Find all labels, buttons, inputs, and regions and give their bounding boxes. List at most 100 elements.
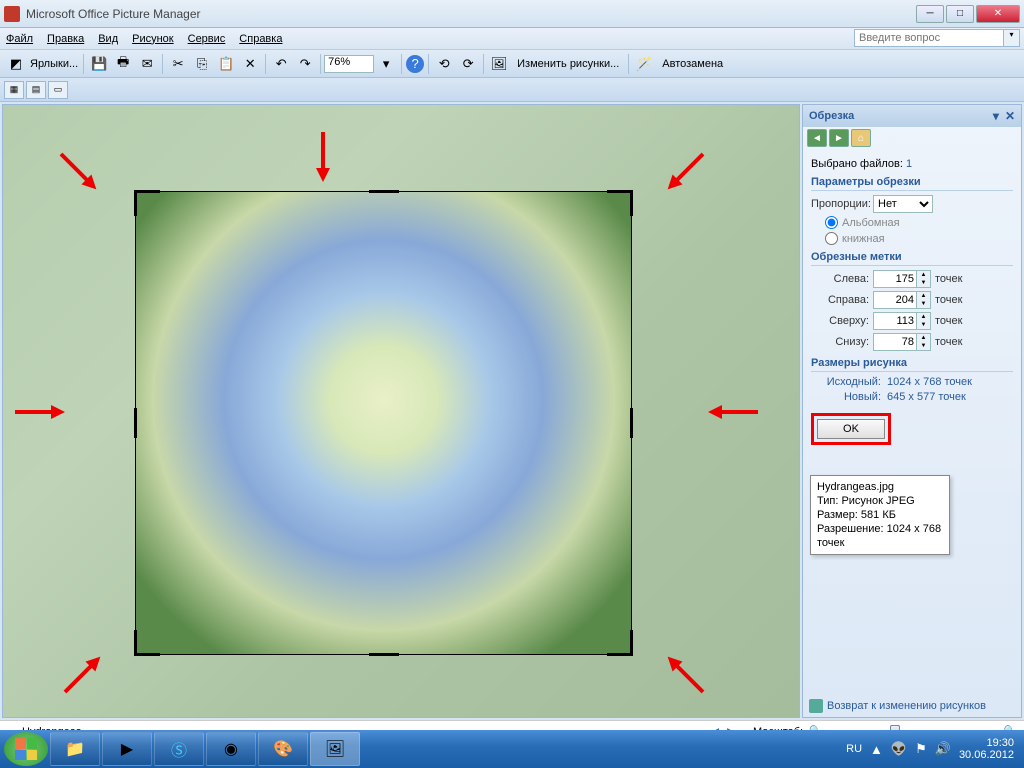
- maximize-button[interactable]: □: [946, 5, 974, 23]
- bottom-spinner[interactable]: ▲▼: [917, 333, 931, 351]
- mail-icon[interactable]: ✉: [136, 53, 158, 75]
- task-picmgr-icon[interactable]: 🖼: [310, 732, 360, 766]
- edit-pictures-button[interactable]: Изменить рисунки...: [513, 58, 623, 70]
- tray-clock[interactable]: 19:30 30.06.2012: [959, 737, 1014, 761]
- rotate-left-icon[interactable]: ⟲: [433, 53, 455, 75]
- tooltip-filename: Hydrangeas.jpg: [817, 480, 943, 494]
- ok-highlight: OK: [811, 413, 891, 445]
- crop-handle-tr[interactable]: [607, 190, 633, 216]
- save-icon[interactable]: 💾: [88, 53, 110, 75]
- task-chrome-icon[interactable]: ◉: [206, 732, 256, 766]
- crop-handle-t[interactable]: [369, 190, 399, 216]
- menu-view[interactable]: Вид: [98, 33, 118, 45]
- task-player-icon[interactable]: ▶: [102, 732, 152, 766]
- tray-up-icon[interactable]: ▲: [870, 742, 883, 757]
- top-spinner[interactable]: ▲▼: [917, 312, 931, 330]
- help-dropdown[interactable]: ▾: [1004, 29, 1020, 47]
- task-explorer-icon[interactable]: 📁: [50, 732, 100, 766]
- portrait-label: книжная: [842, 233, 885, 245]
- help-icon[interactable]: ?: [406, 55, 424, 73]
- autocorrect-icon[interactable]: 🪄: [633, 53, 655, 75]
- panel-menu-icon[interactable]: ▾: [993, 109, 999, 123]
- view-row: ▦ ▤ ▭: [0, 78, 1024, 102]
- menu-tools[interactable]: Сервис: [188, 33, 226, 45]
- tooltip-type: Тип: Рисунок JPEG: [817, 494, 943, 508]
- panel-close-icon[interactable]: ✕: [1005, 109, 1015, 123]
- crop-handle-l[interactable]: [134, 408, 160, 438]
- right-input[interactable]: [873, 291, 917, 309]
- section-crop-marks: Обрезные метки: [811, 251, 1013, 266]
- right-label: Справа:: [811, 294, 869, 306]
- autocorrect-button[interactable]: Автозамена: [658, 58, 727, 70]
- crop-handle-b[interactable]: [369, 630, 399, 656]
- window-title: Microsoft Office Picture Manager: [26, 7, 916, 21]
- delete-icon[interactable]: ✕: [239, 53, 261, 75]
- orig-dim-value: 1024 x 768 точек: [887, 376, 972, 388]
- crop-panel: Обрезка ▾ ✕ ◄ ► ⌂ Выбрано файлов: 1 Пара…: [802, 104, 1022, 718]
- system-tray: RU ▲ 👽 ⚑ 🔊 19:30 30.06.2012: [846, 737, 1020, 761]
- tray-lang[interactable]: RU: [846, 743, 862, 755]
- return-icon: [809, 699, 823, 713]
- menu-file[interactable]: Файл: [6, 33, 33, 45]
- files-selected-count: 1: [906, 158, 912, 170]
- left-input[interactable]: [873, 270, 917, 288]
- top-input[interactable]: [873, 312, 917, 330]
- print-icon[interactable]: 🖶: [112, 53, 134, 75]
- portrait-radio[interactable]: [825, 232, 838, 245]
- menu-picture[interactable]: Рисунок: [132, 33, 174, 45]
- tray-flag-icon[interactable]: ⚑: [915, 741, 927, 757]
- close-button[interactable]: ✕: [976, 5, 1020, 23]
- bottom-input[interactable]: [873, 333, 917, 351]
- rotate-right-icon[interactable]: ⟳: [457, 53, 479, 75]
- section-crop-params: Параметры обрезки: [811, 176, 1013, 191]
- crop-selection[interactable]: [136, 192, 631, 654]
- menu-edit[interactable]: Правка: [47, 33, 84, 45]
- minimize-button[interactable]: ─: [916, 5, 944, 23]
- canvas[interactable]: [2, 104, 800, 718]
- aspect-select[interactable]: Нет: [873, 195, 933, 213]
- help-search-input[interactable]: [854, 29, 1004, 47]
- new-dim-label: Новый:: [811, 391, 881, 403]
- undo-icon[interactable]: ↶: [270, 53, 292, 75]
- tray-sound-icon[interactable]: 🔊: [935, 741, 951, 757]
- single-view-icon[interactable]: ▭: [48, 81, 68, 99]
- left-spinner[interactable]: ▲▼: [917, 270, 931, 288]
- crop-handle-tl[interactable]: [134, 190, 160, 216]
- section-dims: Размеры рисунка: [811, 357, 1013, 372]
- aspect-label: Пропорции:: [811, 198, 869, 210]
- crop-handle-br[interactable]: [607, 630, 633, 656]
- redo-icon[interactable]: ↷: [294, 53, 316, 75]
- annotation-arrow: [708, 405, 758, 419]
- taskbar: 📁 ▶ Ⓢ ◉ 🎨 🖼 RU ▲ 👽 ⚑ 🔊 19:30 30.06.2012: [0, 730, 1024, 768]
- zoom-combo[interactable]: 76%: [324, 55, 374, 73]
- menu-help[interactable]: Справка: [239, 33, 282, 45]
- zoom-dropdown-icon[interactable]: ▾: [375, 53, 397, 75]
- nav-home-icon[interactable]: ⌂: [851, 129, 871, 147]
- top-label: Сверху:: [811, 315, 869, 327]
- titlebar: Microsoft Office Picture Manager ─ □ ✕: [0, 0, 1024, 28]
- panel-nav: ◄ ► ⌂: [803, 127, 1021, 149]
- tooltip-size: Размер: 581 КБ: [817, 508, 943, 522]
- shortcuts-button[interactable]: Ярлыки...: [30, 58, 78, 70]
- right-spinner[interactable]: ▲▼: [917, 291, 931, 309]
- paste-icon[interactable]: 📋: [215, 53, 237, 75]
- edit-pictures-icon[interactable]: 🖼: [488, 53, 510, 75]
- thumbnails-view-icon[interactable]: ▦: [4, 81, 24, 99]
- copy-icon[interactable]: ⎘: [191, 53, 213, 75]
- nav-back-icon[interactable]: ◄: [807, 129, 827, 147]
- filmstrip-view-icon[interactable]: ▤: [26, 81, 46, 99]
- crop-handle-r[interactable]: [607, 408, 633, 438]
- return-link[interactable]: Возврат к изменению рисунков: [809, 699, 986, 713]
- shortcuts-icon[interactable]: ◩: [5, 53, 27, 75]
- cut-icon[interactable]: ✂: [167, 53, 189, 75]
- task-paint-icon[interactable]: 🎨: [258, 732, 308, 766]
- tray-network-icon[interactable]: 👽: [891, 741, 907, 757]
- landscape-radio[interactable]: [825, 216, 838, 229]
- crop-handle-bl[interactable]: [134, 630, 160, 656]
- ok-button[interactable]: OK: [817, 419, 885, 439]
- start-button[interactable]: [4, 732, 48, 766]
- nav-fwd-icon[interactable]: ►: [829, 129, 849, 147]
- annotation-arrow: [15, 405, 65, 419]
- left-label: Слева:: [811, 273, 869, 285]
- task-skype-icon[interactable]: Ⓢ: [154, 732, 204, 766]
